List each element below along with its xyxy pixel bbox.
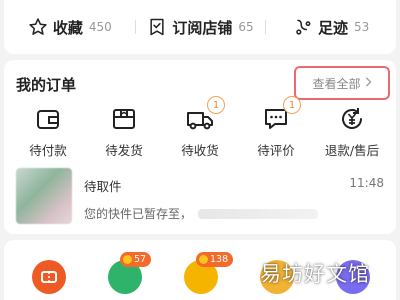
favorites-count: 450 (88, 20, 112, 34)
my-orders-card: 我的订单 查看全部 待付款 待发货 1 待收货 1 待评价 退款/售后 待取件 … (4, 60, 396, 234)
order-item-label: 待付款 (29, 143, 67, 158)
truck-icon: 1 (185, 96, 225, 134)
watermark: 易坊好文馆 (260, 262, 370, 286)
view-all-orders-link[interactable]: 查看全部 (294, 66, 390, 100)
package-icon (109, 104, 139, 134)
order-pending-shipment[interactable]: 待发货 (88, 104, 160, 159)
view-all-label: 查看全部 (312, 76, 361, 91)
stats-bar: 收藏 450 订阅店铺 65 足迹 53 (4, 0, 396, 54)
app-badge-count: 138 (210, 254, 229, 265)
order-item-label: 待发货 (105, 143, 143, 158)
comment-icon: 1 (261, 96, 301, 134)
redacted-address (198, 208, 319, 219)
bookmark-store-icon (146, 16, 168, 38)
orders-title: 我的订单 (16, 76, 77, 94)
order-pending-review[interactable]: 1 待评价 (240, 96, 312, 159)
parcel-thumbnail (16, 168, 72, 224)
subscribed-stores-stat[interactable]: 订阅店铺 65 (134, 16, 266, 38)
footprint-count: 53 (354, 20, 370, 34)
order-status-row: 待付款 待发货 1 待收货 1 待评价 退款/售后 (4, 96, 396, 159)
parcel-title: 待取件 (84, 179, 122, 194)
app-badge: 138 (196, 252, 234, 267)
pickup-parcel-notice[interactable]: 待取件 您的快件已暂存至， 11:48 (16, 168, 384, 226)
star-icon (27, 16, 49, 38)
coin-icon (123, 255, 132, 264)
footprint-icon (292, 16, 314, 38)
coin-app-icon[interactable]: 138 (184, 252, 234, 294)
order-pending-payment[interactable]: 待付款 (12, 104, 84, 159)
wallet-icon (33, 104, 63, 134)
order-item-label: 待收货 (181, 143, 219, 158)
parcel-body: 待取件 您的快件已暂存至， (84, 168, 384, 222)
order-pending-receipt[interactable]: 1 待收货 (164, 96, 236, 159)
footprint-stat[interactable]: 足迹 53 (265, 16, 396, 38)
green-app-icon[interactable]: 57 (108, 252, 152, 294)
order-item-label: 待评价 (257, 143, 295, 158)
subscribed-stores-count: 65 (238, 20, 254, 34)
coin-icon (199, 255, 208, 264)
chevron-right-icon (364, 76, 372, 90)
order-refund-after-sales[interactable]: 退款/售后 (316, 104, 388, 159)
order-item-label: 退款/售后 (324, 143, 380, 158)
favorites-label: 收藏 (52, 18, 83, 37)
app-badge-count: 57 (134, 254, 147, 265)
footprint-label: 足迹 (318, 18, 349, 37)
count-badge: 1 (283, 96, 301, 114)
parcel-description: 您的快件已暂存至， (84, 205, 384, 222)
parcel-time: 11:48 (349, 176, 384, 190)
ticket-app-icon[interactable] (32, 260, 66, 294)
count-badge: 1 (207, 96, 225, 114)
refund-icon (337, 104, 367, 134)
subscribed-stores-label: 订阅店铺 (172, 18, 233, 37)
favorites-stat[interactable]: 收藏 450 (4, 16, 135, 38)
app-badge: 57 (120, 252, 152, 267)
parcel-description-text: 您的快件已暂存至， (84, 207, 193, 221)
